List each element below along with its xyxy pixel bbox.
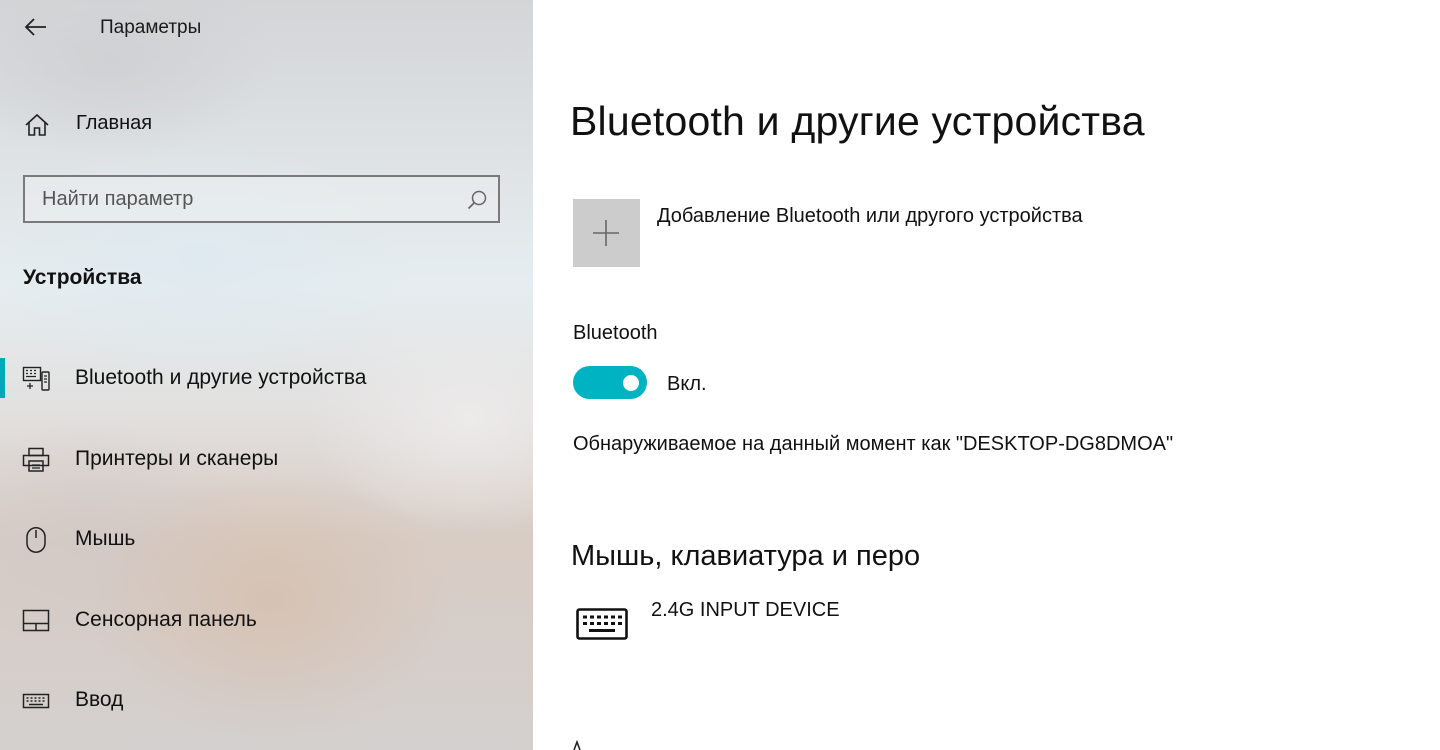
sidebar-item-label: Bluetooth и другие устройства — [75, 366, 367, 389]
search-input[interactable] — [25, 177, 472, 221]
bluetooth-state-label: Вкл. — [667, 373, 707, 395]
sidebar-section-title: Устройства — [23, 266, 142, 289]
sidebar-item-label: Сенсорная панель — [75, 607, 257, 631]
device-item[interactable]: 2.4G INPUT DEVICE — [573, 596, 1373, 656]
back-button[interactable] — [18, 10, 54, 44]
sidebar-item-label: Принтеры и сканеры — [75, 446, 279, 470]
arrow-left-icon — [24, 18, 46, 36]
bluetooth-toggle[interactable] — [573, 366, 647, 399]
home-icon — [25, 113, 49, 136]
bluetooth-label: Bluetooth — [573, 322, 658, 344]
sidebar-item-mouse[interactable]: Мышь — [0, 499, 533, 580]
device-name: 2.4G INPUT DEVICE — [651, 599, 840, 621]
settings-window: Параметры Главная Устройства — [0, 0, 1440, 750]
add-device-label: Добавление Bluetooth или другого устройс… — [657, 205, 1083, 227]
sidebar-item-printers[interactable]: Принтеры и сканеры — [0, 419, 533, 500]
cutoff-content-indicator — [573, 740, 581, 750]
sidebar-item-touchpad[interactable]: Сенсорная панель — [0, 580, 533, 661]
mouse-icon — [26, 527, 46, 553]
selection-indicator — [0, 358, 5, 398]
add-device-tile[interactable] — [573, 199, 640, 267]
search-icon[interactable] — [466, 189, 488, 211]
keyboard-icon — [22, 693, 50, 709]
page-title: Bluetooth и другие устройства — [570, 98, 1145, 144]
sidebar-item-home[interactable]: Главная — [0, 100, 533, 146]
bluetooth-devices-icon — [22, 366, 50, 391]
main-content: Bluetooth и другие устройства Добавление… — [533, 0, 1440, 750]
sidebar-nav: Bluetooth и другие устройства Принтеры и… — [0, 338, 533, 741]
sidebar-item-label: Главная — [76, 112, 153, 134]
sidebar: Параметры Главная Устройства — [0, 0, 533, 750]
sidebar-item-label: Ввод — [75, 688, 124, 711]
sidebar-item-label: Мышь — [75, 527, 136, 550]
printer-icon — [22, 447, 50, 472]
sidebar-item-input[interactable]: Ввод — [0, 660, 533, 741]
app-title: Параметры — [100, 17, 202, 38]
keyboard-icon — [576, 608, 628, 640]
toggle-knob — [623, 374, 639, 391]
discoverable-status: Обнаруживаемое на данный момент как "DES… — [573, 433, 1174, 455]
touchpad-icon — [22, 609, 50, 631]
section-heading-mouse-keyboard-pen: Мышь, клавиатура и перо — [571, 540, 921, 572]
search-field[interactable] — [23, 175, 500, 223]
add-device-button[interactable]: Добавление Bluetooth или другого устройс… — [573, 199, 1373, 269]
sidebar-item-bluetooth[interactable]: Bluetooth и другие устройства — [0, 338, 533, 419]
plus-icon — [593, 220, 619, 246]
